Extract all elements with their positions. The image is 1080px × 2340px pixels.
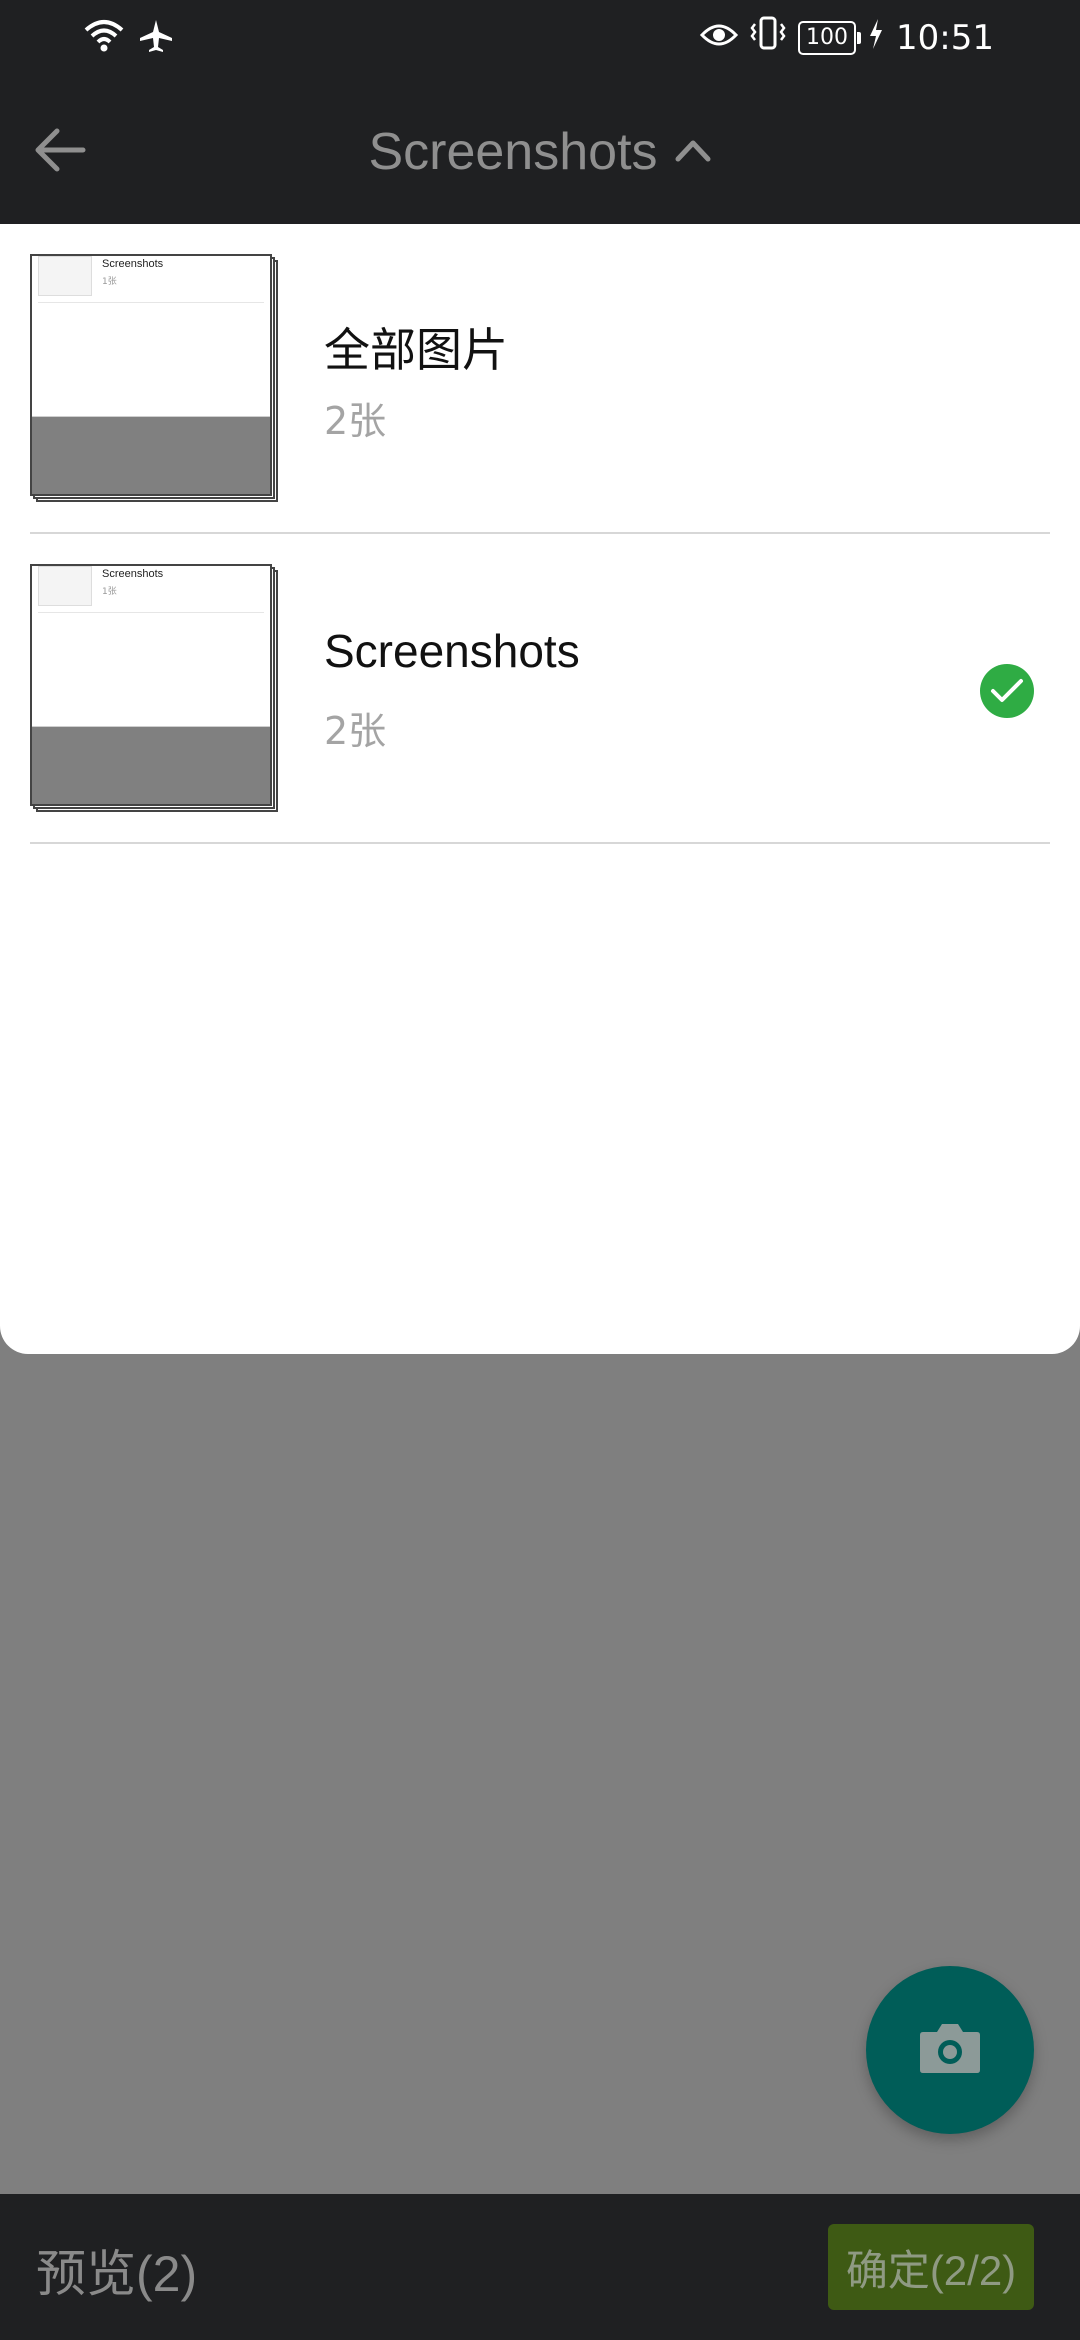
battery-icon: 100	[798, 20, 862, 55]
camera-icon	[917, 2020, 983, 2080]
selected-check-icon	[980, 664, 1034, 718]
airplane-icon	[138, 18, 174, 58]
vibrate-icon	[750, 16, 786, 59]
thumbnail-mini-count: 1张	[102, 587, 117, 597]
charging-icon	[868, 18, 884, 58]
album-count: 2张	[324, 709, 387, 753]
status-left-icons	[84, 18, 174, 58]
wifi-icon	[84, 18, 124, 58]
bottom-bar: 预览(2) 确定(2/2)	[0, 2194, 1080, 2340]
preview-button[interactable]: 预览(2)	[36, 2234, 197, 2306]
chevron-up-icon	[674, 137, 712, 167]
album-count: 2张	[324, 399, 387, 443]
album-thumbnail: Screenshots 1张	[30, 564, 280, 814]
eye-icon	[699, 18, 739, 58]
app-bar: Screenshots	[0, 80, 1080, 224]
camera-button[interactable]	[866, 1966, 1034, 2134]
status-right-icons: 100 10:51	[699, 16, 994, 59]
album-thumbnail: Screenshots 1张	[30, 254, 280, 504]
album-name: 全部图片	[324, 324, 508, 376]
status-bar: 100 10:51	[0, 0, 1080, 80]
confirm-button[interactable]: 确定(2/2)	[828, 2224, 1034, 2310]
album-item-screenshots[interactable]: Screenshots 1张 Screenshots 2张	[30, 534, 1050, 844]
thumbnail-mini-count: 1张	[102, 277, 117, 287]
album-item-all-images[interactable]: Screenshots 1张 全部图片 2张	[30, 224, 1050, 534]
album-selector-toggle[interactable]: Screenshots	[0, 80, 1080, 224]
thumbnail-mini-title: Screenshots	[102, 258, 164, 270]
thumbnail-mini-title: Screenshots	[102, 568, 164, 580]
status-time: 10:51	[896, 17, 994, 58]
album-dropdown: Screenshots 1张 全部图片 2张 Screenshots 1张 Sc…	[0, 224, 1080, 1354]
album-name: Screenshots	[324, 625, 580, 677]
album-title: Screenshots	[368, 123, 658, 181]
